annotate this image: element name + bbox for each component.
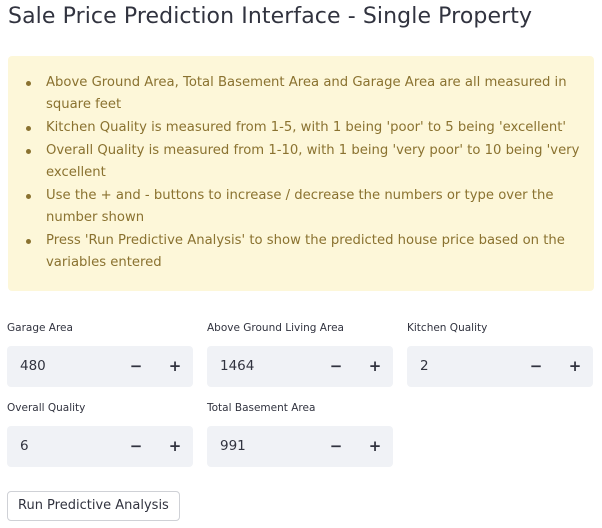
bullet-icon	[26, 81, 31, 86]
garage-area-stepper: 480 − +	[7, 346, 193, 387]
kitchen-quality-input[interactable]: 2	[420, 346, 429, 387]
garage-area-increment-button[interactable]: +	[156, 346, 194, 387]
overall-quality-decrement-button[interactable]: −	[117, 426, 155, 467]
info-item-text: Press 'Run Predictive Analysis' to show …	[46, 233, 565, 270]
info-item-text: Above Ground Area, Total Basement Area a…	[46, 75, 567, 112]
info-item-text: Use the + and - buttons to increase / de…	[46, 188, 554, 225]
info-list: Above Ground Area, Total Basement Area a…	[8, 72, 580, 274]
garage-area-label: Garage Area	[7, 322, 73, 334]
total-basement-area-decrement-button[interactable]: −	[317, 426, 355, 467]
kitchen-quality-stepper: 2 − +	[407, 346, 593, 387]
above-ground-living-area-input[interactable]: 1464	[220, 346, 254, 387]
total-basement-area-increment-button[interactable]: +	[356, 426, 394, 467]
info-item: Kitchen Quality is measured from 1-5, wi…	[26, 117, 580, 139]
kitchen-quality-field: Kitchen Quality 2 − +	[407, 320, 593, 387]
kitchen-quality-label: Kitchen Quality	[407, 322, 488, 334]
info-box: Above Ground Area, Total Basement Area a…	[8, 56, 594, 291]
bullet-icon	[26, 149, 31, 154]
total-basement-area-label: Total Basement Area	[207, 402, 316, 414]
garage-area-field: Garage Area 480 − +	[7, 320, 193, 387]
kitchen-quality-decrement-button[interactable]: −	[517, 346, 555, 387]
page-title: Sale Price Prediction Interface - Single…	[8, 4, 533, 29]
above-ground-living-area-label: Above Ground Living Area	[207, 322, 344, 334]
info-item: Above Ground Area, Total Basement Area a…	[26, 72, 580, 116]
run-predictive-analysis-button[interactable]: Run Predictive Analysis	[7, 491, 180, 521]
above-ground-living-area-increment-button[interactable]: +	[356, 346, 394, 387]
total-basement-area-field: Total Basement Area 991 − +	[207, 400, 393, 467]
bullet-icon	[26, 239, 31, 244]
info-item: Overall Quality is measured from 1-10, w…	[26, 140, 580, 184]
info-item-text: Overall Quality is measured from 1-10, w…	[46, 143, 580, 180]
bullet-icon	[26, 194, 31, 199]
garage-area-input[interactable]: 480	[20, 346, 46, 387]
info-item: Press 'Run Predictive Analysis' to show …	[26, 230, 580, 274]
overall-quality-label: Overall Quality	[7, 402, 86, 414]
above-ground-living-area-stepper: 1464 − +	[207, 346, 393, 387]
app-page: Sale Price Prediction Interface - Single…	[0, 0, 602, 528]
above-ground-living-area-field: Above Ground Living Area 1464 − +	[207, 320, 393, 387]
garage-area-decrement-button[interactable]: −	[117, 346, 155, 387]
kitchen-quality-increment-button[interactable]: +	[556, 346, 594, 387]
above-ground-living-area-decrement-button[interactable]: −	[317, 346, 355, 387]
info-item-text: Kitchen Quality is measured from 1-5, wi…	[46, 120, 566, 135]
overall-quality-field: Overall Quality 6 − +	[7, 400, 193, 467]
total-basement-area-stepper: 991 − +	[207, 426, 393, 467]
info-item: Use the + and - buttons to increase / de…	[26, 185, 580, 229]
overall-quality-increment-button[interactable]: +	[156, 426, 194, 467]
overall-quality-input[interactable]: 6	[20, 426, 29, 467]
bullet-icon	[26, 126, 31, 131]
total-basement-area-input[interactable]: 991	[220, 426, 246, 467]
overall-quality-stepper: 6 − +	[7, 426, 193, 467]
